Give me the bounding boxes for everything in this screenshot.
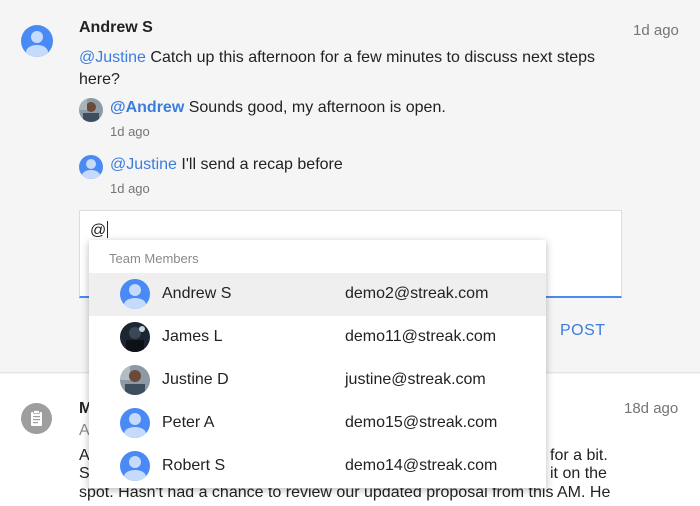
member-option-peter[interactable]: Peter A demo15@streak.com [89,402,546,445]
member-avatar [120,408,150,438]
member-email: demo14@streak.com [345,457,498,474]
member-email: demo15@streak.com [345,414,498,431]
member-name: Justine D [162,371,229,388]
member-avatar [120,451,150,481]
post-button[interactable]: POST [560,322,606,340]
member-option-justine[interactable]: Justine D justine@streak.com [89,359,546,402]
member-avatar [120,279,150,309]
member-name: James L [162,328,223,345]
member-email: demo2@streak.com [345,285,489,302]
next-item-timestamp: 18d ago [624,400,679,417]
member-email: justine@streak.com [345,371,486,388]
reply-timestamp: 1d ago [110,124,150,139]
member-email: demo11@streak.com [345,328,497,345]
member-name: Robert S [162,457,226,474]
reply-timestamp: 1d ago [110,181,150,196]
mention-link[interactable]: @Andrew [110,99,184,116]
member-option-andrew[interactable]: Andrew S demo2@streak.com [89,273,546,316]
reply-body: @Andrew Sounds good, my afternoon is ope… [110,99,446,116]
member-option-james[interactable]: James L demo11@streak.com [89,316,546,359]
mention-link[interactable]: @Justine [79,49,146,66]
mention-link[interactable]: @Justine [110,156,177,173]
reply-avatar-justine [79,98,103,122]
author-name: Andrew S [79,19,153,36]
reply-body: @Justine I'll send a recap before [110,156,343,173]
mention-dropdown: Team Members Andrew S demo2@streak.com J… [89,240,546,488]
reply-avatar-andrew [79,155,103,179]
member-avatar [120,365,150,395]
clipboard-icon [21,403,52,434]
author-avatar [21,25,53,57]
text-caret [107,221,109,238]
comment-timestamp: 1d ago [633,22,679,39]
member-avatar [120,322,150,352]
member-name: Peter A [162,414,215,431]
member-name: Andrew S [162,285,232,302]
comment-input-value: @ [90,222,107,239]
comment-body: @Justine Catch up this afternoon for a f… [79,49,596,88]
dropdown-header: Team Members [109,251,199,266]
member-option-robert[interactable]: Robert S demo14@streak.com [89,445,546,488]
